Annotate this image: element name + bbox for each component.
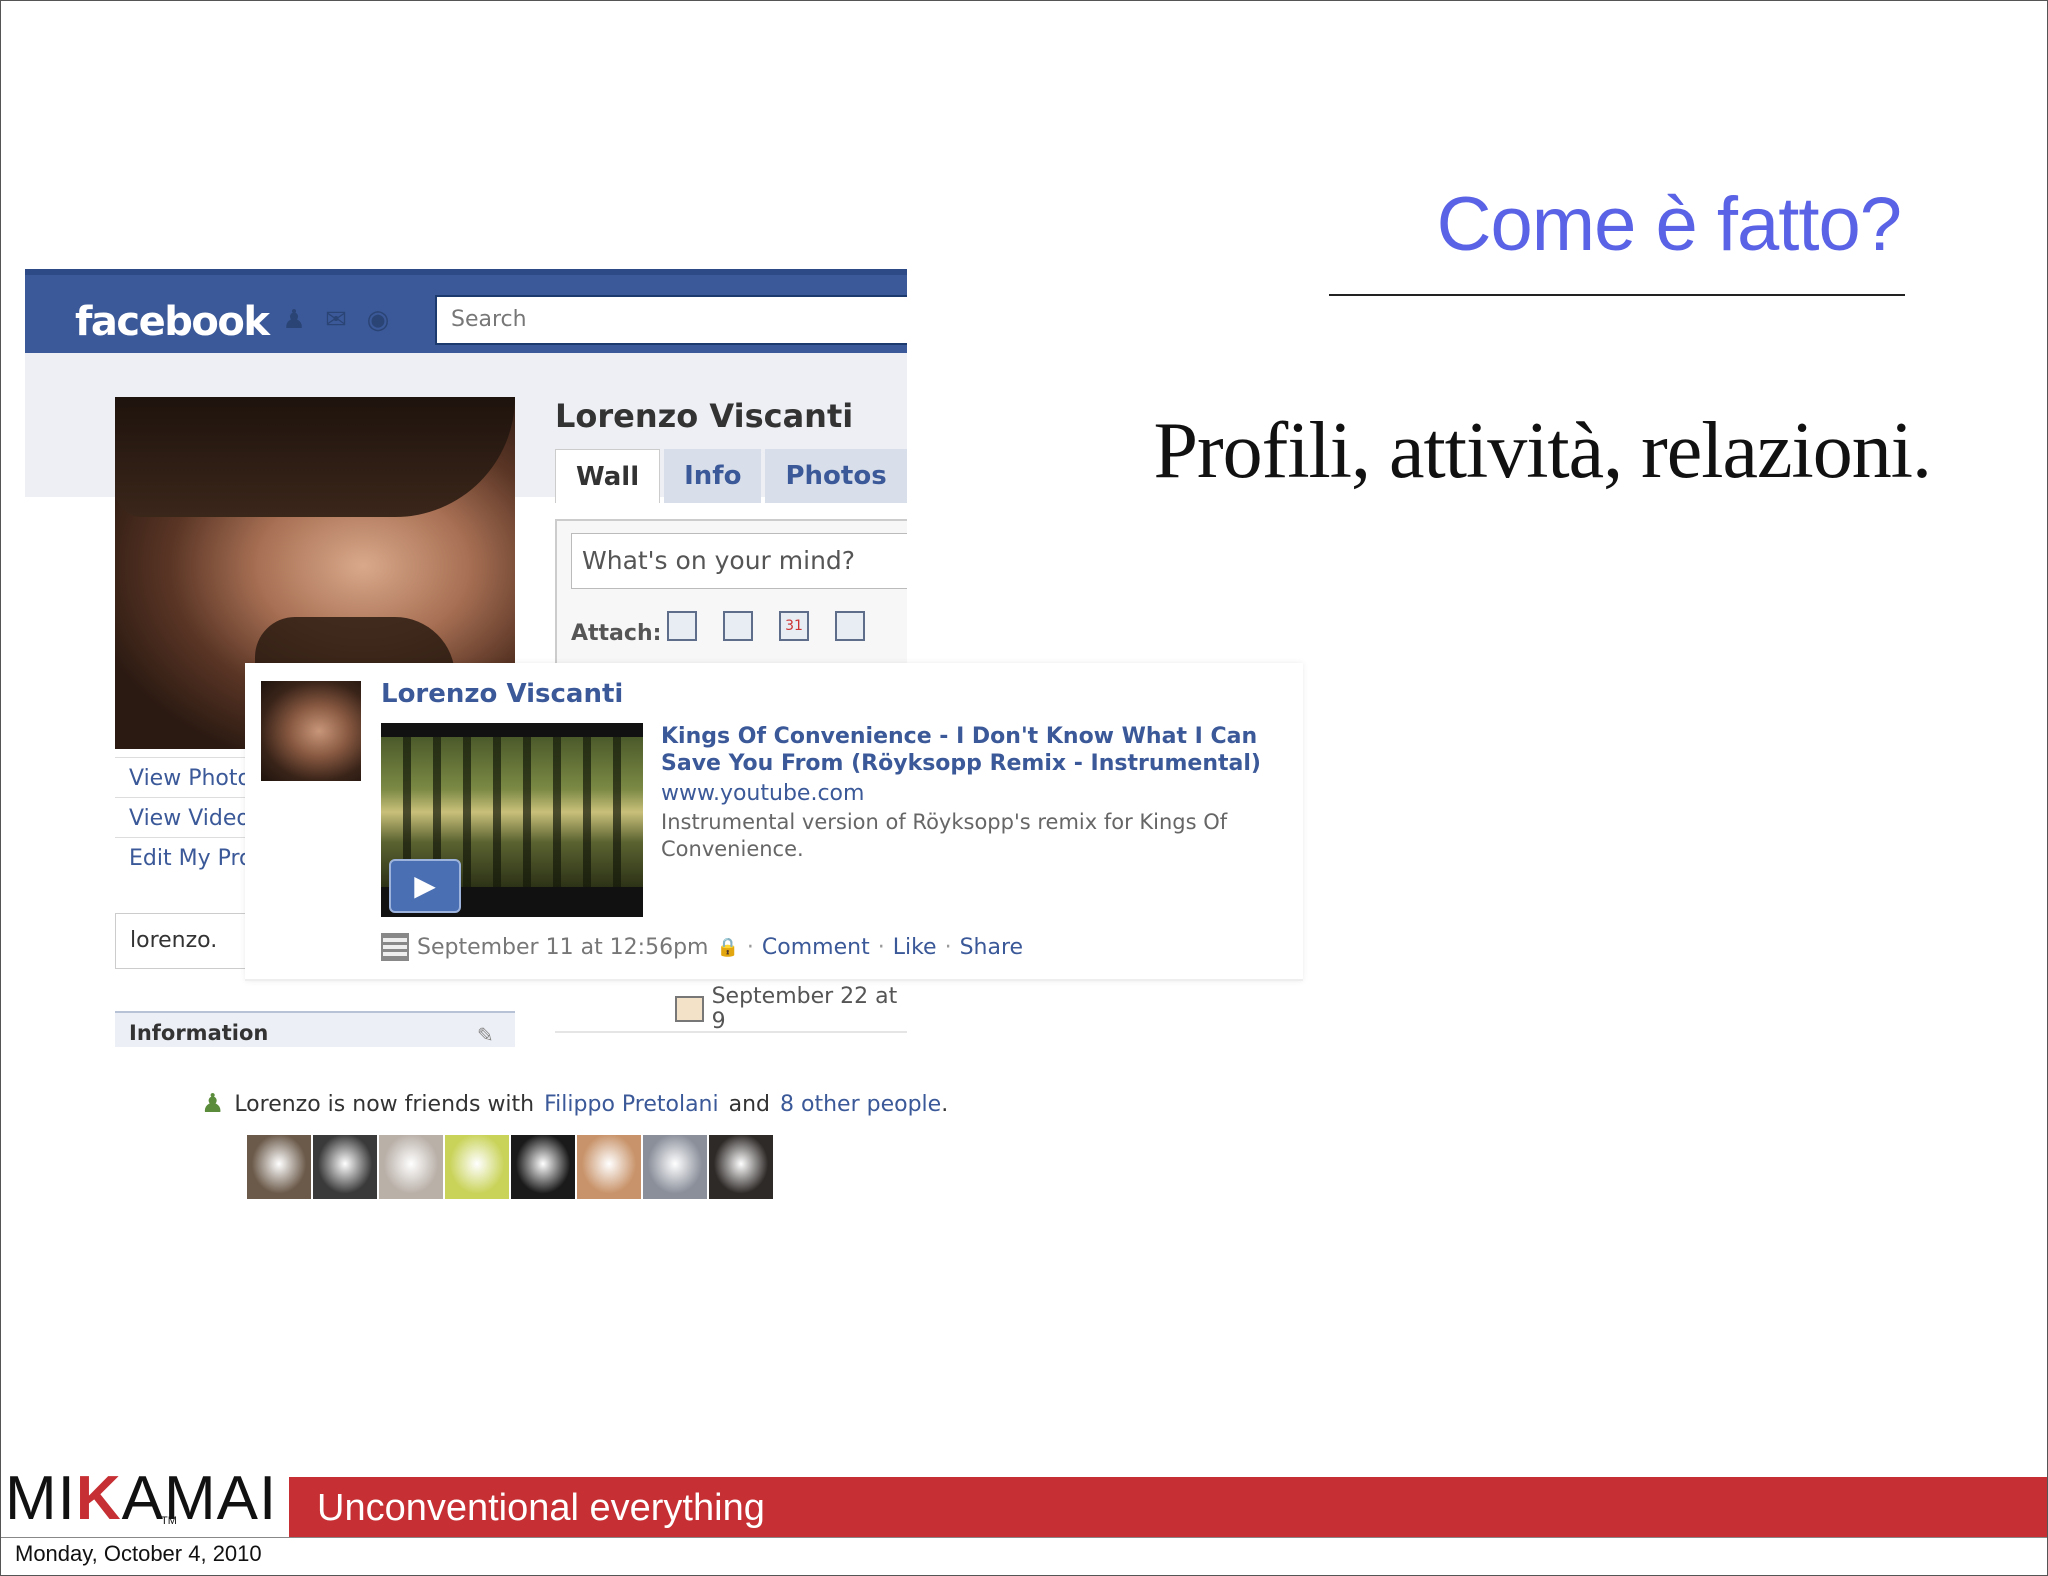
friend-thumbnail[interactable] [247, 1135, 311, 1199]
logo-trademark: TM [161, 1515, 177, 1527]
edit-pencil-icon[interactable]: ✎ [477, 1023, 494, 1047]
status-composer: What's on your mind? Attach: 31 [555, 519, 907, 679]
friends-story-suffix: . [941, 1091, 949, 1117]
separator-dot: · [877, 934, 885, 960]
messages-icon[interactable]: ✉ [322, 307, 350, 333]
shared-link-title[interactable]: Kings Of Convenience - I Don't Know What… [661, 723, 1281, 777]
notifications-globe-icon[interactable]: ◉ [364, 307, 392, 333]
logo-text-left: MI [5, 1464, 76, 1533]
tab-info[interactable]: Info [664, 449, 762, 503]
friend-name-link[interactable]: Filippo Pretolani [544, 1092, 719, 1117]
facebook-logo[interactable]: facebook [75, 299, 270, 345]
friend-thumbnail[interactable] [709, 1135, 773, 1199]
search-input[interactable]: Search [435, 295, 907, 345]
profile-tabs: Wall Info Photos [555, 449, 907, 503]
separator-dot: · [746, 934, 754, 960]
footer-date: Monday, October 4, 2010 [15, 1541, 262, 1566]
share-link[interactable]: Share [960, 935, 1024, 960]
shared-link-url[interactable]: www.youtube.com [661, 781, 864, 806]
slide-title: Come è fatto? [1436, 182, 1902, 267]
video-thumbnail[interactable]: ▶ [381, 723, 643, 917]
friend-thumbnails [247, 1135, 773, 1199]
photo-post-icon [675, 996, 704, 1022]
logo-k: K [75, 1464, 122, 1533]
profile-picture-hair [115, 397, 515, 517]
comment-link[interactable]: Comment [762, 935, 870, 960]
older-post-date: September 22 at 9 [675, 984, 907, 1034]
facebook-header: facebook ♟ ✉ ◉ Search [25, 269, 907, 353]
separator-dot: · [944, 934, 952, 960]
post-author-avatar[interactable] [261, 681, 361, 781]
attach-icons: 31 [667, 611, 865, 641]
shared-link-description: Instrumental version of Röyksopp's remix… [661, 810, 1228, 861]
add-friend-icon: ♟ [201, 1089, 225, 1119]
attach-event-icon[interactable]: 31 [779, 611, 809, 641]
attach-video-icon[interactable] [723, 611, 753, 641]
friend-thumbnail[interactable] [643, 1135, 707, 1199]
play-icon[interactable]: ▶ [389, 859, 461, 913]
search-placeholder: Search [451, 307, 527, 332]
older-post-date-text: September 22 at 9 [711, 984, 898, 1034]
privacy-lock-icon[interactable]: 🔒 [716, 937, 738, 958]
facebook-nav-icons: ♟ ✉ ◉ [280, 307, 392, 333]
post-timestamp[interactable]: September 11 at 12:56pm [417, 935, 708, 960]
friend-thumbnail[interactable] [379, 1135, 443, 1199]
video-post-icon [381, 933, 409, 961]
tab-photos[interactable]: Photos [765, 449, 907, 503]
friend-thumbnail[interactable] [445, 1135, 509, 1199]
friend-requests-icon[interactable]: ♟ [280, 307, 308, 333]
divider [555, 1031, 907, 1033]
friend-thumbnail[interactable] [313, 1135, 377, 1199]
attach-label: Attach: [571, 621, 662, 646]
other-people-link[interactable]: 8 other people [780, 1092, 941, 1117]
attach-link-icon[interactable] [835, 611, 865, 641]
divider [245, 979, 1303, 981]
information-section-header: Information ✎ [115, 1011, 515, 1047]
like-link[interactable]: Like [893, 935, 937, 960]
title-divider [1329, 294, 1905, 296]
profile-name: Lorenzo Viscanti [555, 397, 854, 435]
attach-photo-icon[interactable] [667, 611, 697, 641]
friend-thumbnail[interactable] [511, 1135, 575, 1199]
friend-thumbnail[interactable] [577, 1135, 641, 1199]
friends-story: ♟ Lorenzo is now friends with Filippo Pr… [201, 1089, 948, 1119]
footer-divider [1, 1537, 2047, 1538]
post-author-name[interactable]: Lorenzo Viscanti [381, 679, 623, 709]
tab-wall[interactable]: Wall [555, 449, 661, 503]
mikamai-logo: MIKAMAI [5, 1463, 277, 1534]
footer-bar: Unconventional everything [289, 1477, 2047, 1537]
post-meta: September 11 at 12:56pm 🔒 · Comment · Li… [381, 933, 1023, 961]
friends-story-prefix: Lorenzo is now friends with [234, 1091, 535, 1117]
friends-story-and: and [728, 1091, 771, 1117]
logo-text-right: AMAI [121, 1464, 278, 1533]
slide: Come è fatto? Profili, attività, relazio… [0, 0, 2048, 1576]
slide-subtitle: Profili, attività, relazioni. [1153, 407, 1932, 495]
status-input[interactable]: What's on your mind? [571, 533, 907, 589]
information-label: Information [129, 1021, 269, 1045]
footer-tagline: Unconventional everything [317, 1487, 765, 1529]
feed-post: Lorenzo Viscanti ▶ Kings Of Convenience … [245, 663, 1303, 981]
